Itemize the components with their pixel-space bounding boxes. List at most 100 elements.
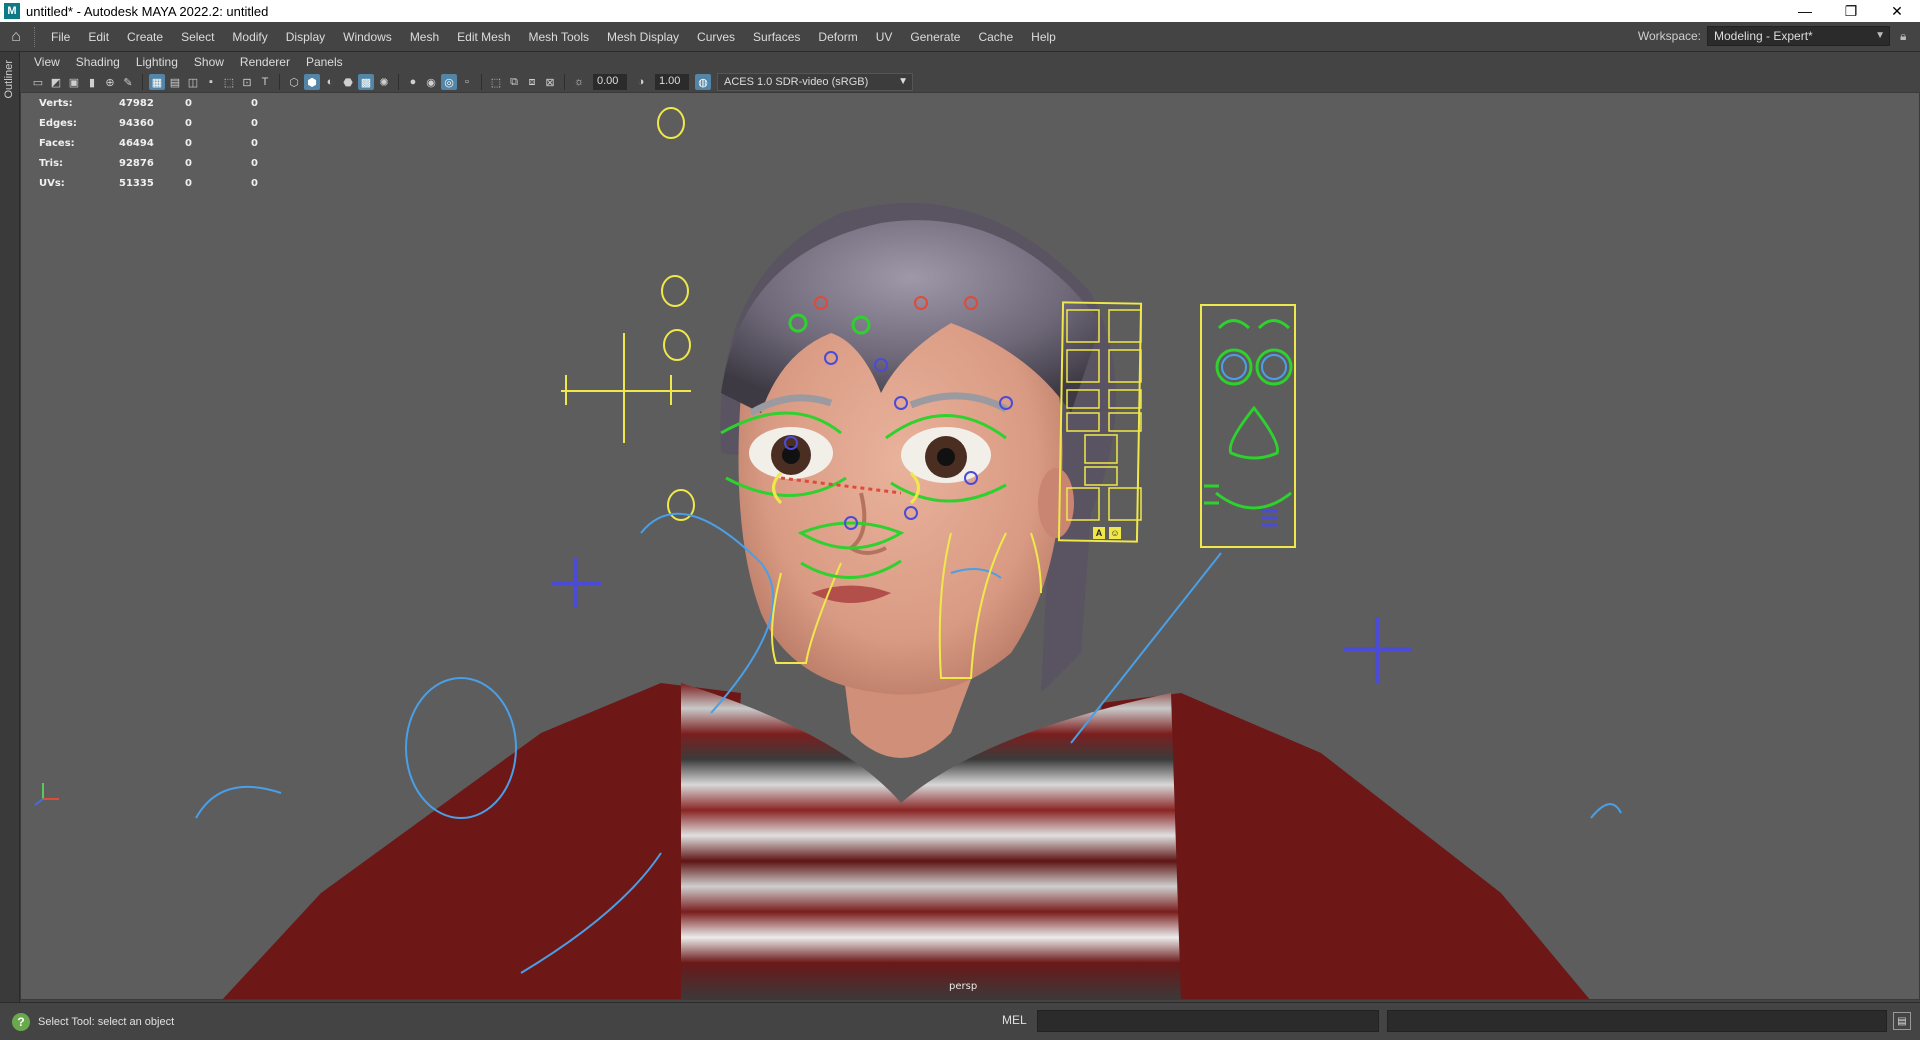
character-body [222,203,1590,999]
textured-icon[interactable]: ▩ [358,74,374,90]
menu-file[interactable]: File [42,22,79,52]
toolbar-separator [142,74,143,90]
wireframe-on-shaded-icon[interactable]: ⬣ [340,74,356,90]
panel-menu-lighting[interactable]: Lighting [128,55,186,69]
script-language-toggle[interactable]: MEL [1002,1013,1027,1027]
xray-icon[interactable]: ⧉ [506,74,522,90]
hud-selected: 0 [185,137,192,149]
panel-menu-show[interactable]: Show [186,55,232,69]
wireframe-icon[interactable]: ⬡ [286,74,302,90]
command-result-field [1387,1010,1887,1032]
home-icon[interactable]: ⌂ [2,23,30,51]
hud-selected: 0 [185,97,192,109]
ambient-occlusion-icon[interactable]: ◉ [423,74,439,90]
image-plane-icon[interactable]: ▣ [66,74,82,90]
menu-edit[interactable]: Edit [79,22,118,52]
camera-attributes-icon[interactable]: ▭ [30,74,46,90]
panel-menu-view[interactable]: View [26,55,68,69]
menu-generate[interactable]: Generate [901,22,969,52]
restore-button[interactable]: ❐ [1828,0,1874,22]
hud-label: Tris: [39,157,64,169]
menu-create[interactable]: Create [118,22,172,52]
toolbar-separator [481,74,482,90]
menu-windows[interactable]: Windows [334,22,401,52]
resolution-gate-icon[interactable]: ▤ [167,74,183,90]
view-transform-value: ACES 1.0 SDR-video (sRGB) [724,76,869,88]
panel-menu-renderer[interactable]: Renderer [232,55,298,69]
camera-bookmark-icon[interactable]: ◩ [48,74,64,90]
menu-uv[interactable]: UV [867,22,902,52]
exposure-field[interactable]: 0.00 [593,74,627,90]
face-panel-a-button[interactable]: A [1093,527,1105,539]
menu-modify[interactable]: Modify [223,22,276,52]
axis-gizmo [34,783,59,806]
grid-toggle-icon[interactable]: ▦ [149,74,165,90]
hud-row-verts: Verts: 47982 0 0 [39,93,317,113]
xray-active-icon[interactable]: ⧈ [524,74,540,90]
menu-cache[interactable]: Cache [969,22,1022,52]
title-bar: M untitled* - Autodesk MAYA 2022.2: unti… [0,0,1920,22]
hud-value: 51335 [119,177,154,189]
script-editor-icon[interactable]: ▤ [1893,1012,1911,1030]
hud-uv: 0 [251,97,258,109]
menu-edit-mesh[interactable]: Edit Mesh [448,22,519,52]
smooth-shade-icon[interactable]: ⬢ [304,74,320,90]
gamma-icon[interactable]: ◑ [633,74,649,90]
menu-mesh-display[interactable]: Mesh Display [598,22,688,52]
menu-display[interactable]: Display [277,22,334,52]
toolbar-separator [564,74,565,90]
menu-curves[interactable]: Curves [688,22,744,52]
field-chart-icon[interactable]: ▪ [203,74,219,90]
title-icon[interactable]: T [257,74,273,90]
hud-uv: 0 [251,157,258,169]
xray-joints-icon[interactable]: ⊠ [542,74,558,90]
main-menu-bar: ⌂ File Edit Create Select Modify Display… [0,22,1920,52]
gamma-field[interactable]: 1.00 [655,74,689,90]
use-all-lights-icon[interactable]: ✺ [376,74,392,90]
default-lighting-icon[interactable]: ◐ [322,74,338,90]
isolate-select-icon[interactable]: ⬚ [488,74,504,90]
gate-mask-icon[interactable]: ◫ [185,74,201,90]
view-transform-dropdown[interactable]: ACES 1.0 SDR-video (sRGB) ▼ [717,73,913,91]
close-button[interactable]: ✕ [1874,0,1920,22]
camera-name-label: persp [949,981,978,992]
menu-select[interactable]: Select [172,22,223,52]
panel-menu-shading[interactable]: Shading [68,55,128,69]
safe-action-icon[interactable]: ⬚ [221,74,237,90]
menu-deform[interactable]: Deform [809,22,866,52]
workspace-dropdown[interactable]: Modeling - Expert* ▼ [1707,26,1890,46]
antialiasing-icon[interactable]: ◎ [441,74,457,90]
bookmark-icon[interactable]: ▮ [84,74,100,90]
panel-menu-panels[interactable]: Panels [298,55,351,69]
depth-of-field-icon[interactable]: ▫ [459,74,475,90]
status-line: ? Select Tool: select an object MEL ▤ [0,1002,1920,1040]
outliner-tab-label: Outliner [3,60,15,99]
help-line-text: Select Tool: select an object [38,1015,175,1028]
lock-icon[interactable]: 🔒︎ [1900,29,1912,43]
film-gate-icon[interactable]: ⊕ [102,74,118,90]
menu-surfaces[interactable]: Surfaces [744,22,809,52]
face-panel-buttons: A ☺ [1093,527,1121,539]
hud-row-faces: Faces: 46494 0 0 [39,133,317,153]
menu-mesh[interactable]: Mesh [401,22,448,52]
view-toolbar: ▭ ◩ ▣ ▮ ⊕ ✎ ▦ ▤ ◫ ▪ ⬚ ⊡ T ⬡ ⬢ ◐ ⬣ ▩ ✺ ● … [20,72,1920,92]
color-management-icon[interactable]: ◍ [695,74,711,90]
minimize-button[interactable]: — [1782,0,1828,22]
face-panel-smile-button[interactable]: ☺ [1109,527,1121,539]
maya-logo-icon: M [4,3,20,19]
hud-label: Verts: [39,97,73,109]
help-icon[interactable]: ? [12,1012,30,1031]
safe-title-icon[interactable]: ⊡ [239,74,255,90]
maya-window: M untitled* - Autodesk MAYA 2022.2: unti… [0,0,1920,1040]
menu-mesh-tools[interactable]: Mesh Tools [520,22,598,52]
hud-label: Edges: [39,117,77,129]
grease-pencil-icon[interactable]: ✎ [120,74,136,90]
menu-help[interactable]: Help [1022,22,1065,52]
hud-value: 46494 [119,137,154,149]
exposure-icon[interactable]: ☼ [571,74,587,90]
perspective-viewport[interactable]: Verts: 47982 0 0 Edges: 94360 0 0 Faces:… [20,92,1920,1000]
command-input[interactable] [1037,1010,1379,1032]
outliner-tab[interactable]: Outliner [0,52,20,1002]
workspace-label: Workspace: [1637,29,1701,43]
shadows-icon[interactable]: ● [405,74,421,90]
